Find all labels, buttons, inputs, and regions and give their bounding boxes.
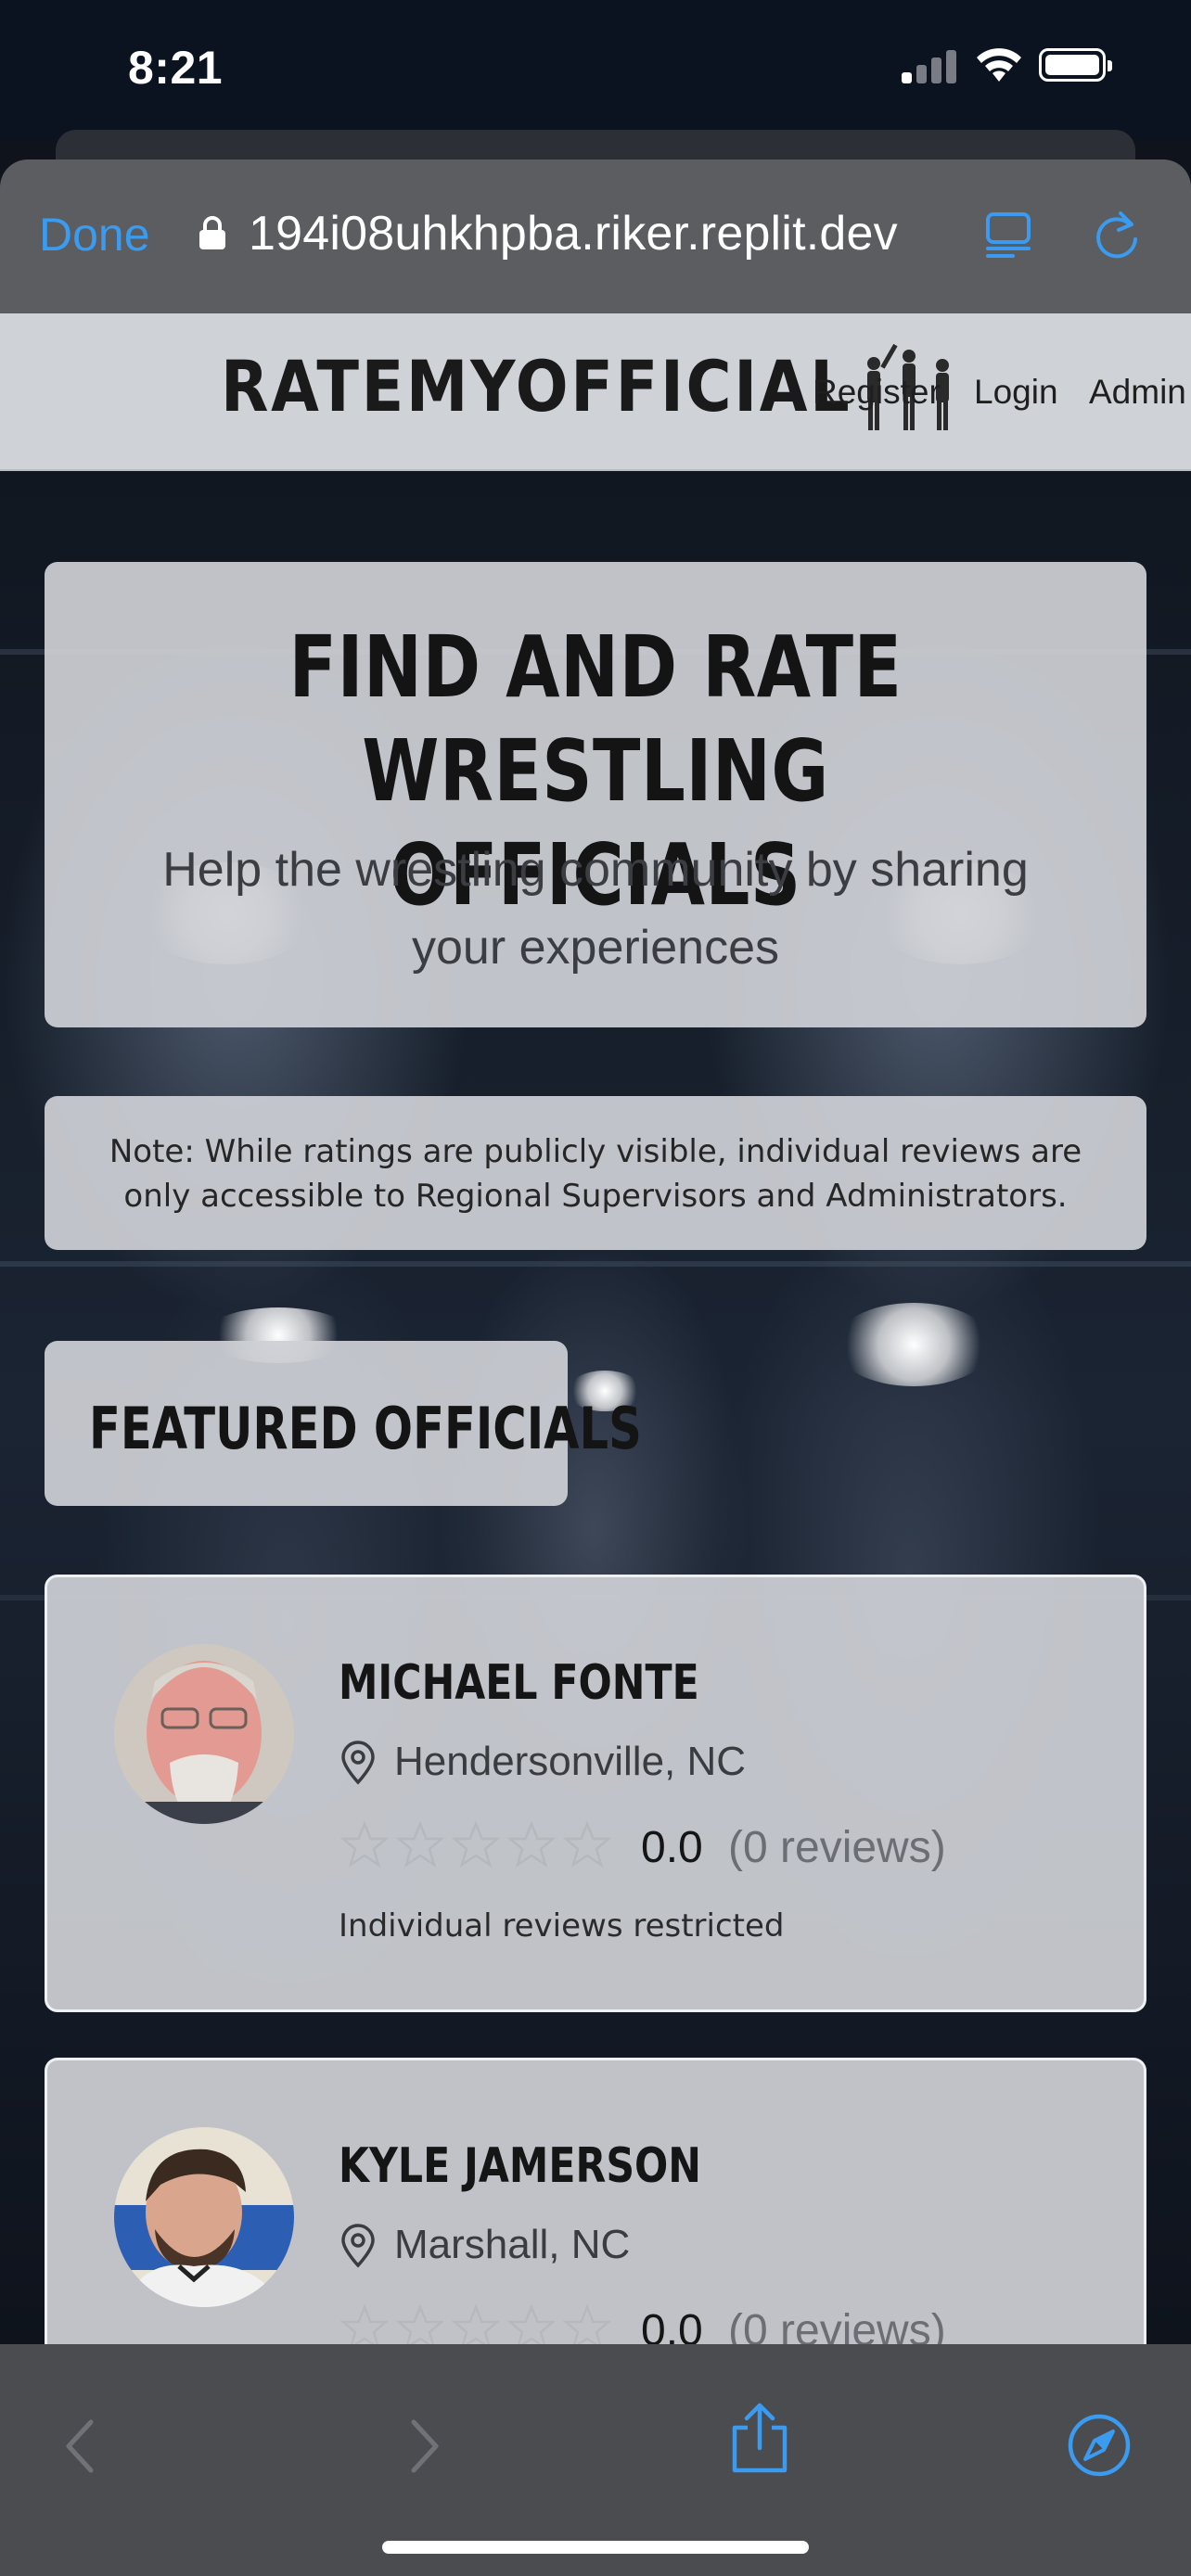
- star-icon: [506, 1820, 557, 1868]
- privacy-note: Note: While ratings are publicly visible…: [45, 1096, 1146, 1250]
- reader-mode-icon[interactable]: [985, 211, 1031, 258]
- register-link[interactable]: Register: [813, 373, 941, 412]
- official-name[interactable]: KYLE JAMERSON: [339, 2138, 701, 2194]
- privacy-note-text: Note: While ratings are publicly visible…: [109, 1133, 1082, 1215]
- star-icon: [451, 1820, 501, 1868]
- star-icon: [562, 1820, 612, 1868]
- location-pin-icon: [341, 2224, 375, 2268]
- star-icon: [562, 2303, 612, 2351]
- battery-icon: [1039, 48, 1112, 82]
- star-icon: [339, 2303, 390, 2351]
- star-icon: [451, 2303, 501, 2351]
- browser-url-bar[interactable]: Done 194i08uhkhpba.riker.replit.dev: [0, 159, 1191, 313]
- back-icon[interactable]: [61, 2418, 98, 2474]
- admin-link[interactable]: Admin: [1089, 373, 1186, 412]
- compass-icon[interactable]: [1067, 2413, 1132, 2478]
- star-icon: [339, 1820, 390, 1868]
- avatar: [114, 2127, 294, 2307]
- stadium-light: [835, 1303, 992, 1386]
- reload-icon[interactable]: [1093, 210, 1141, 260]
- hero-subtitle: Help the wrestling community by sharing …: [162, 843, 1029, 975]
- site-header: RATEMYOFFICIAL Register Login Admin: [0, 313, 1191, 471]
- site-logo[interactable]: RATEMYOFFICIAL: [221, 345, 852, 427]
- section-title: FEATURED OFFICIALS: [89, 1395, 642, 1462]
- lock-icon: [199, 216, 225, 249]
- review-count: (0 reviews): [728, 1823, 946, 1872]
- official-name[interactable]: MICHAEL FONTE: [339, 1655, 699, 1711]
- star-icon: [506, 2303, 557, 2351]
- home-indicator[interactable]: [382, 2541, 809, 2554]
- featured-section-header: FEATURED OFFICIALS: [45, 1341, 642, 1506]
- hero-title-line: FIND AND RATE WRESTLING: [288, 618, 903, 821]
- rating-value: 0.0: [641, 1823, 703, 1872]
- location-pin-icon: [341, 1741, 375, 1785]
- wifi-icon: [977, 48, 1021, 82]
- official-card[interactable]: MICHAEL FONTE Hendersonville, NC 0.0 (0 …: [45, 1575, 1146, 2012]
- avatar: [114, 1644, 294, 1824]
- done-button[interactable]: Done: [39, 208, 150, 261]
- star-rating: [339, 1820, 612, 1868]
- reviews-restricted-label: Individual reviews restricted: [339, 1907, 785, 1945]
- official-location: Marshall, NC: [394, 2222, 631, 2267]
- url-text[interactable]: 194i08uhkhpba.riker.replit.dev: [249, 206, 898, 261]
- official-location: Hendersonville, NC: [394, 1739, 747, 1784]
- official-photo: [114, 2127, 294, 2307]
- star-icon: [395, 2303, 445, 2351]
- official-photo: [114, 1644, 294, 1824]
- status-time: 8:21: [128, 42, 224, 94]
- share-icon[interactable]: [729, 2402, 790, 2474]
- hero-card: FIND AND RATE WRESTLING OFFICIALS Help t…: [45, 562, 1146, 1027]
- login-link[interactable]: Login: [974, 373, 1058, 412]
- truss-line: [0, 1261, 1191, 1267]
- star-icon: [395, 1820, 445, 1868]
- status-bar: 8:21: [0, 0, 1191, 139]
- forward-icon[interactable]: [406, 2418, 443, 2474]
- cellular-signal-icon: [902, 48, 957, 83]
